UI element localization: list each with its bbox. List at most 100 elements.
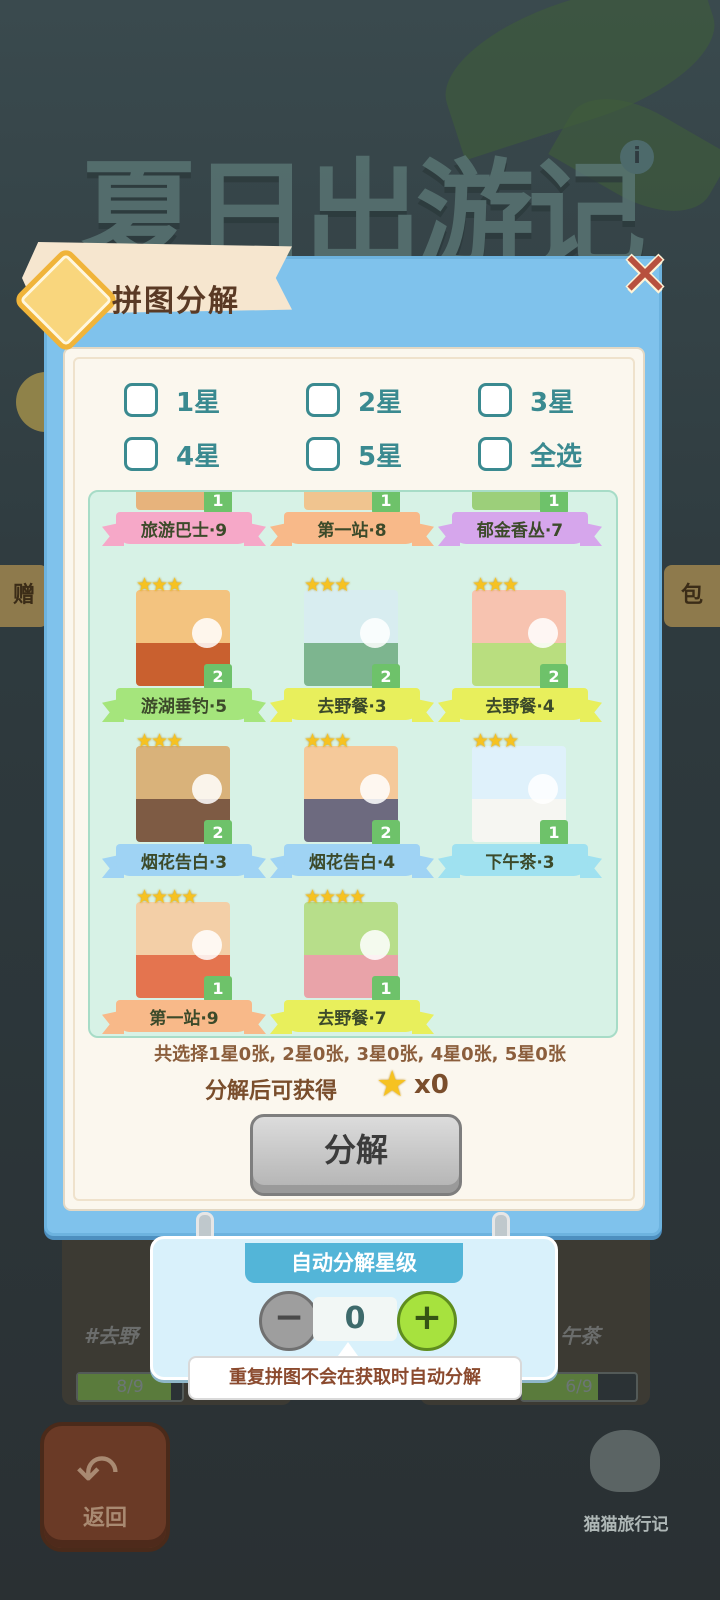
- piece-count-badge: 1: [204, 976, 232, 1002]
- filter-label: 5星: [358, 441, 403, 472]
- piece-count-badge: 1: [540, 492, 568, 514]
- piece-name: 烟花告白·4: [284, 844, 420, 876]
- piece-name-ribbon: 去野餐·4: [438, 688, 602, 724]
- background-card-left-label: #去野: [84, 1324, 138, 1348]
- game-logo: 猫猫旅行记: [566, 1430, 686, 1535]
- piece-knob: [360, 930, 390, 960]
- star-rating: ★★★: [472, 730, 519, 752]
- piece-name: 第一站·9: [116, 1000, 252, 1032]
- piece-count-badge: 2: [372, 664, 400, 690]
- piece-name: 去野餐·3: [284, 688, 420, 720]
- piece-knob: [192, 618, 222, 648]
- puzzle-piece-card[interactable]: ★★★★ 1 去野餐·7: [270, 884, 434, 1034]
- decompose-button[interactable]: 分解: [250, 1114, 462, 1196]
- puzzle-piece-card[interactable]: ★★★ 2 烟花告白·4: [270, 728, 434, 878]
- piece-name-ribbon: 郁金香丛·7: [438, 512, 602, 548]
- piece-name: 下午茶·3: [452, 844, 588, 876]
- piece-name-ribbon: 第一站·9: [102, 1000, 266, 1036]
- piece-count-badge: 2: [204, 820, 232, 846]
- back-button[interactable]: ↶ 返回: [40, 1422, 170, 1552]
- selection-summary: 共选择1星0张, 2星0张, 3星0张, 4星0张, 5星0张: [154, 1044, 566, 1065]
- filter-label: 全选: [530, 441, 583, 472]
- piece-count-badge: 1: [372, 976, 400, 1002]
- star-rating: ★★★★: [304, 886, 366, 908]
- piece-count-badge: 2: [372, 820, 400, 846]
- puzzle-piece-card[interactable]: ★★★ 2 去野餐·4: [438, 572, 602, 722]
- auto-level-value: 0: [313, 1297, 397, 1341]
- progress-text: 8/9: [116, 1377, 144, 1397]
- star-rating: ★★★: [304, 730, 351, 752]
- piece-count-badge: 2: [204, 664, 232, 690]
- side-tab-right[interactable]: 包: [664, 565, 720, 627]
- checkbox[interactable]: [478, 437, 512, 471]
- puzzle-piece-card[interactable]: 1 第一站·8: [270, 492, 434, 548]
- checkbox[interactable]: [124, 437, 158, 471]
- puzzle-piece-card[interactable]: 1 旅游巴士·9: [102, 492, 266, 548]
- filter-4-star[interactable]: 4星: [124, 434, 220, 474]
- minus-button[interactable]: −: [259, 1291, 319, 1351]
- auto-decompose-title: 自动分解星级: [245, 1243, 463, 1283]
- gain-count: x0: [414, 1070, 449, 1100]
- dialog-title: 拼图分解: [112, 284, 240, 319]
- progress-text: 6/9: [565, 1377, 593, 1397]
- puzzle-piece-card[interactable]: 1 郁金香丛·7: [438, 492, 602, 548]
- piece-knob: [192, 930, 222, 960]
- star-rating: ★★★: [136, 730, 183, 752]
- background-card-right-label: 午茶: [560, 1324, 600, 1348]
- filter-1-star[interactable]: 1星: [124, 380, 220, 420]
- puzzle-piece-card[interactable]: ★★★ 2 游湖垂钓·5: [102, 572, 266, 722]
- filter-label: 2星: [358, 387, 403, 418]
- filter-label: 1星: [176, 387, 221, 418]
- piece-knob: [528, 774, 558, 804]
- filter-3-star[interactable]: 3星: [478, 380, 574, 420]
- filter-label: 4星: [176, 441, 221, 472]
- piece-name-ribbon: 烟花告白·4: [270, 844, 434, 880]
- tip-arrow: [338, 1342, 358, 1356]
- piece-name: 郁金香丛·7: [452, 512, 588, 544]
- star-rating: ★★★: [304, 574, 351, 596]
- gain-label: 分解后可获得: [205, 1079, 338, 1104]
- checkbox[interactable]: [478, 383, 512, 417]
- piece-knob: [360, 774, 390, 804]
- return-arrow-icon: ↶: [76, 1444, 120, 1504]
- checkbox[interactable]: [124, 383, 158, 417]
- info-icon[interactable]: i: [620, 140, 654, 174]
- piece-count-badge: 1: [372, 492, 400, 514]
- checkbox[interactable]: [306, 383, 340, 417]
- back-label: 返回: [82, 1506, 127, 1531]
- star-rating: ★★★★: [136, 886, 198, 908]
- filter-label: 3星: [530, 387, 575, 418]
- logo-text: 猫猫旅行记: [583, 1515, 669, 1535]
- star-icon: ★: [376, 1064, 409, 1105]
- piece-name: 旅游巴士·9: [116, 512, 252, 544]
- piece-name: 第一站·8: [284, 512, 420, 544]
- auto-decompose-tip: 重复拼图不会在获取时自动分解: [188, 1356, 522, 1400]
- filter-select-all[interactable]: 全选: [478, 434, 582, 474]
- piece-name-ribbon: 烟花告白·3: [102, 844, 266, 880]
- piece-knob: [528, 618, 558, 648]
- piece-name-ribbon: 下午茶·3: [438, 844, 602, 880]
- puzzle-grid: 1 旅游巴士·9 1 第一站·8 1 郁金香丛·7 ★★★ 2 游湖垂钓·5 ★★★ 2 去野餐·3 ★…: [88, 490, 618, 1038]
- piece-count-badge: 2: [540, 664, 568, 690]
- side-tab-left[interactable]: 赠: [0, 565, 48, 627]
- puzzle-piece-card[interactable]: ★★★★ 1 第一站·9: [102, 884, 266, 1034]
- piece-count-badge: 1: [540, 820, 568, 846]
- piece-name: 游湖垂钓·5: [116, 688, 252, 720]
- piece-name-ribbon: 去野餐·3: [270, 688, 434, 724]
- cat-logo-icon: [590, 1430, 660, 1492]
- piece-name: 去野餐·7: [284, 1000, 420, 1032]
- plus-button[interactable]: +: [397, 1291, 457, 1351]
- piece-name-ribbon: 第一站·8: [270, 512, 434, 548]
- checkbox[interactable]: [306, 437, 340, 471]
- piece-count-badge: 1: [204, 492, 232, 514]
- close-icon[interactable]: ✕: [618, 245, 672, 305]
- piece-knob: [192, 774, 222, 804]
- piece-name-ribbon: 去野餐·7: [270, 1000, 434, 1036]
- piece-name-ribbon: 旅游巴士·9: [102, 512, 266, 548]
- star-rating: ★★★: [472, 574, 519, 596]
- puzzle-piece-card[interactable]: ★★★ 2 烟花告白·3: [102, 728, 266, 878]
- filter-2-star[interactable]: 2星: [306, 380, 402, 420]
- puzzle-piece-card[interactable]: ★★★ 2 去野餐·3: [270, 572, 434, 722]
- puzzle-piece-card[interactable]: ★★★ 1 下午茶·3: [438, 728, 602, 878]
- filter-5-star[interactable]: 5星: [306, 434, 402, 474]
